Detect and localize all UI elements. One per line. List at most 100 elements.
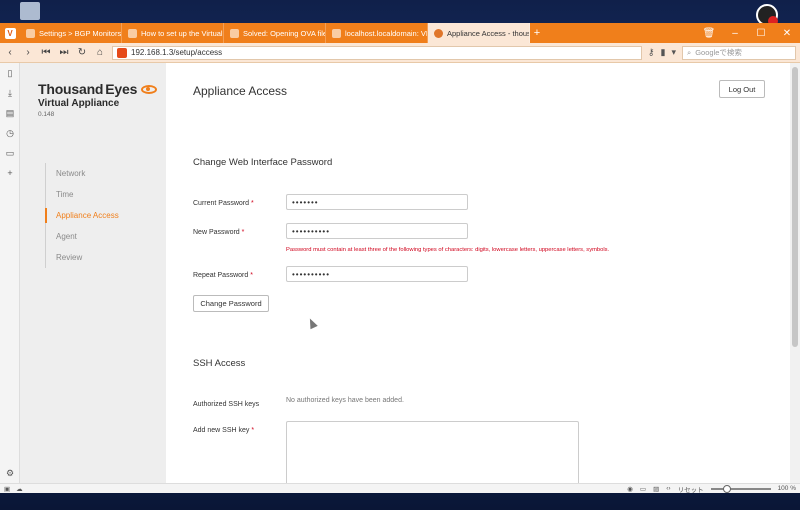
tab-virtual-appliance-howto[interactable]: How to set up the Virtual A	[122, 23, 224, 43]
change-password-button[interactable]: Change Password	[193, 295, 269, 312]
tab-bar: V Settings > BGP Monitors - T How to set…	[0, 23, 800, 43]
code-icon[interactable]: ‹›	[666, 485, 670, 492]
rewind-button[interactable]: ⏮	[40, 47, 52, 58]
add-ssh-key-label-text: Add new SSH key	[193, 427, 250, 434]
required-marker: *	[241, 229, 245, 236]
tab-favicon-icon	[434, 28, 443, 38]
required-marker: *	[250, 272, 253, 279]
tab-bgp-monitors[interactable]: Settings > BGP Monitors - T	[20, 23, 122, 43]
bookmark-icon[interactable]: ▮	[661, 47, 666, 58]
search-input[interactable]: ⌕ Googleで検索	[682, 45, 796, 60]
password-section-title: Change Web Interface Password	[193, 157, 333, 168]
new-password-label: New Password *	[193, 229, 244, 236]
downloads-panel-icon[interactable]: ⤓	[0, 83, 20, 103]
new-password-field[interactable]: ••••••••••	[286, 223, 468, 239]
address-toolbar: ‹ › ⏮ ⏭ ↻ ⌂ 192.168.1.3/setup/access ⚷ ▮…	[0, 43, 800, 63]
tab-ova-solved[interactable]: Solved: Opening OVA file in	[224, 23, 326, 43]
zoom-level: 100 %	[777, 485, 796, 492]
repeat-password-label-text: Repeat Password	[193, 272, 249, 279]
camera-icon[interactable]: ◉	[627, 485, 633, 493]
forward-button[interactable]: ›	[22, 47, 34, 58]
site-security-icon[interactable]	[117, 47, 127, 58]
logo-text-thousand: Thousand	[38, 81, 104, 97]
tab-localhost-vmware[interactable]: localhost.localdomain: VMw	[326, 23, 428, 43]
logo-text-eyes: Eyes	[105, 81, 138, 97]
ssh-key-textarea[interactable]	[286, 421, 579, 483]
recycle-bin-icon[interactable]	[20, 2, 40, 20]
add-ssh-key-label: Add new SSH key *	[193, 427, 254, 434]
setup-steps: Network Time Appliance Access Agent Revi…	[45, 163, 119, 268]
close-window-button[interactable]: ✕	[774, 23, 800, 43]
required-marker: *	[251, 427, 255, 434]
key-icon[interactable]: ⚷	[648, 47, 655, 58]
scrollbar-thumb[interactable]	[792, 67, 798, 347]
page-title: Appliance Access	[193, 84, 288, 98]
fast-forward-button[interactable]: ⏭	[58, 47, 70, 58]
status-bar-tools: ◉ ▭ ▨ ‹› リセット 100 %	[627, 484, 796, 494]
history-panel-icon[interactable]: ◷	[0, 123, 20, 143]
step-time[interactable]: Time	[46, 184, 119, 205]
zoom-slider-knob[interactable]	[722, 484, 731, 493]
search-placeholder: Googleで検索	[695, 48, 742, 57]
required-marker: *	[250, 200, 254, 207]
new-password-label-text: New Password	[193, 229, 240, 236]
maximize-button[interactable]: ☐	[748, 23, 774, 43]
browser-window: V Settings > BGP Monitors - T How to set…	[0, 23, 800, 494]
trash-icon[interactable]: 🗑	[696, 23, 722, 43]
zoom-slider[interactable]	[710, 484, 771, 493]
new-tab-button[interactable]: +	[530, 23, 544, 43]
notes-panel-icon[interactable]: ▤	[0, 103, 20, 123]
eye-logo-icon	[141, 84, 158, 94]
tab-favicon-icon	[332, 28, 341, 38]
web-page: Thousand Eyes Virtual Appliance 0.148 Net…	[20, 63, 790, 483]
url-tools: ⚷ ▮ ▾	[648, 47, 676, 58]
url-input[interactable]: 192.168.1.3/setup/access	[112, 45, 642, 60]
tab-label: How to set up the Virtual A	[141, 28, 224, 38]
logo-wordmark: Thousand Eyes	[38, 81, 158, 97]
status-bar: ▣ ☁ ◉ ▭ ▨ ‹› リセット 100 %	[0, 483, 800, 494]
logout-button[interactable]: Log Out	[719, 80, 765, 98]
zoom-reset-button[interactable]: リセット	[678, 484, 704, 494]
current-password-label: Current Password *	[193, 200, 254, 207]
tile-icon[interactable]: ▭	[640, 485, 646, 493]
cloud-sync-icon[interactable]: ☁	[16, 485, 23, 493]
tab-label: Settings > BGP Monitors - T	[39, 28, 122, 38]
back-button[interactable]: ‹	[4, 47, 16, 58]
current-password-label-text: Current Password	[193, 200, 250, 207]
home-button[interactable]: ⌂	[94, 47, 106, 58]
reload-button[interactable]: ↻	[76, 47, 88, 58]
version-label: 0.148	[38, 111, 55, 118]
step-agent[interactable]: Agent	[46, 226, 119, 247]
vivaldi-logo-icon: V	[4, 27, 16, 39]
tab-label: localhost.localdomain: VMw	[345, 28, 427, 38]
step-appliance-access[interactable]: Appliance Access	[45, 205, 119, 226]
authorized-keys-label: Authorized SSH keys	[193, 401, 260, 408]
search-icon: ⌕	[687, 47, 692, 57]
image-icon[interactable]: ▨	[653, 485, 659, 493]
password-help-text: Password must contain at least three of …	[286, 247, 610, 253]
url-text: 192.168.1.3/setup/access	[131, 48, 223, 57]
repeat-password-label: Repeat Password *	[193, 272, 253, 279]
setup-sidebar: Thousand Eyes Virtual Appliance 0.148 Net…	[20, 63, 166, 483]
step-review[interactable]: Review	[46, 247, 119, 268]
repeat-password-field[interactable]: ••••••••••	[286, 266, 468, 282]
tab-label: Appliance Access - thousan	[447, 28, 530, 38]
authorized-keys-empty-text: No authorized keys have been added.	[286, 397, 404, 404]
step-network[interactable]: Network	[46, 163, 119, 184]
vivaldi-menu-button[interactable]: V	[0, 23, 20, 43]
window-panel-icon[interactable]: ▭	[0, 143, 20, 163]
side-panel: ▯ ⤓ ▤ ◷ ▭ + ⚙	[0, 63, 20, 483]
thousandeyes-logo: Thousand Eyes Virtual Appliance 0.148	[38, 81, 158, 118]
tab-appliance-access[interactable]: Appliance Access - thousan ✕	[428, 23, 530, 43]
add-panel-icon[interactable]: +	[0, 163, 20, 183]
panel-toggle-icon[interactable]: ▣	[4, 485, 10, 493]
tab-favicon-icon	[128, 28, 137, 38]
dropdown-icon[interactable]: ▾	[671, 47, 676, 58]
page-scrollbar[interactable]	[790, 63, 800, 483]
settings-gear-icon[interactable]: ⚙	[0, 463, 20, 483]
ssh-section-title: SSH Access	[193, 358, 246, 369]
minimize-button[interactable]: –	[722, 23, 748, 43]
current-password-field[interactable]: •••••••	[286, 194, 468, 210]
tab-favicon-icon	[26, 28, 35, 38]
bookmarks-panel-icon[interactable]: ▯	[0, 63, 20, 83]
